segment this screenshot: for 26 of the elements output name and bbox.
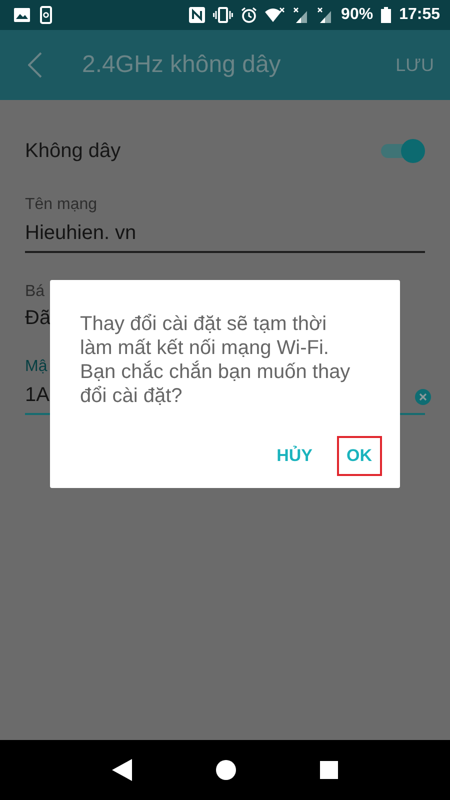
save-link[interactable]: LƯU <box>396 54 434 76</box>
back-icon[interactable] <box>112 759 132 781</box>
input-field[interactable]: Hieuhien. vn <box>25 214 425 253</box>
alarm-icon <box>241 7 258 23</box>
field-label: Bá <box>25 283 45 301</box>
battery-icon <box>381 7 392 23</box>
vibrate-icon <box>213 7 234 23</box>
clock-time: 17:55 <box>399 6 440 24</box>
signal-icon <box>293 7 310 23</box>
image-icon <box>14 8 30 22</box>
screen-title: 2.4GHz không dây <box>82 51 282 79</box>
dialog-button[interactable]: OK <box>336 436 382 476</box>
dialog-button[interactable]: HỦY <box>266 436 322 476</box>
wifi-icon <box>265 7 286 23</box>
clear-icon[interactable] <box>415 389 431 405</box>
setting-label: Không dây <box>25 140 121 162</box>
toggle-switch[interactable] <box>379 139 425 163</box>
home-icon[interactable] <box>216 760 236 780</box>
field-label: Tên mạng <box>25 196 98 214</box>
dialog-message: Thay đổi cài đặt sẽ tạm thời làm mất kết nối mạng Wi-Fi. Bạn chắc chắn bạn muốn thay đổi cài đặt? <box>80 312 352 408</box>
field-value: Đã <box>25 307 51 330</box>
phone-icon <box>40 6 52 24</box>
field-label: Mậ <box>25 358 48 376</box>
signal-icon <box>317 7 334 23</box>
battery-percent: 90% <box>341 6 374 24</box>
nfc-icon <box>189 7 206 23</box>
